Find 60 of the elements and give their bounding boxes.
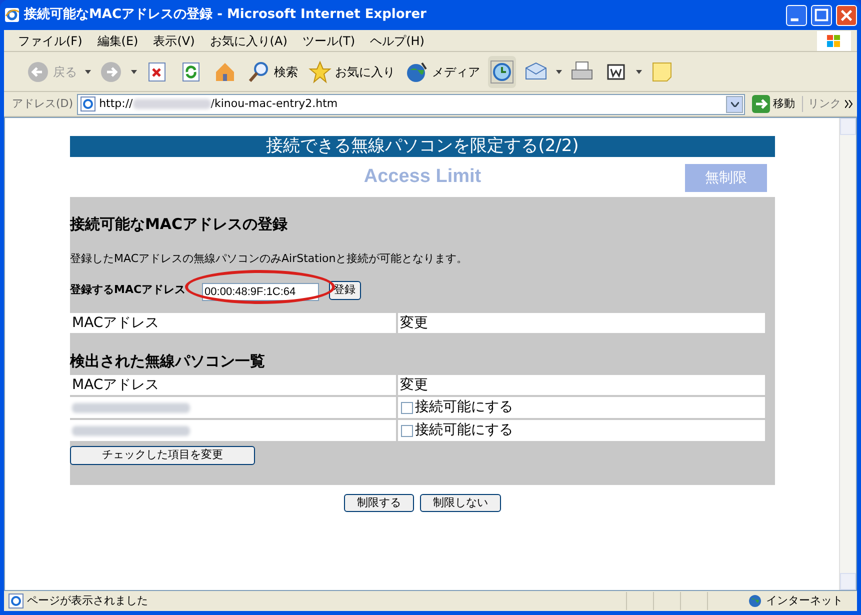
url-text: /kinou-mac-entry2.htm bbox=[210, 96, 338, 112]
address-label: アドレス(D) bbox=[12, 96, 74, 112]
globe-icon bbox=[748, 594, 762, 608]
field-label: 登録するMACアドレス bbox=[70, 282, 186, 298]
menu-item[interactable]: 編集(E) bbox=[97, 32, 138, 50]
links-button[interactable]: リンク bbox=[802, 96, 841, 112]
maximize-icon bbox=[814, 8, 828, 21]
dropdown-arrow-icon[interactable] bbox=[636, 70, 642, 74]
description-text: 登録したMACアドレスの無線パソコンのみAirStationと接続が可能となります。 bbox=[70, 250, 469, 267]
maximize-button[interactable] bbox=[811, 4, 832, 26]
action-button[interactable]: 制限しない bbox=[420, 494, 501, 512]
go-button[interactable]: 移動 bbox=[749, 95, 798, 113]
action-button[interactable]: 制限する bbox=[344, 494, 414, 512]
column-header: MACアドレス bbox=[70, 375, 396, 395]
dropdown-arrow-icon[interactable] bbox=[85, 70, 91, 74]
browser-icon bbox=[4, 7, 20, 23]
caret-icon bbox=[730, 102, 738, 106]
toolbar-button[interactable]: お気に入り bbox=[306, 56, 397, 88]
column-header: 変更 bbox=[398, 375, 765, 395]
dropdown-button[interactable] bbox=[726, 96, 743, 112]
scrollbar[interactable] bbox=[839, 118, 856, 590]
page-icon bbox=[8, 593, 24, 609]
chevron-icon[interactable] bbox=[845, 100, 853, 108]
globe-icon bbox=[405, 60, 429, 84]
menu-item[interactable]: ファイル(F) bbox=[18, 32, 82, 50]
url-text: http:// bbox=[99, 96, 133, 112]
page-banner: 接続できる無線パソコンを限定する(2/2) bbox=[70, 136, 775, 157]
section-heading: 検出された無線パソコン一覧 bbox=[70, 351, 266, 372]
star-icon bbox=[308, 60, 332, 84]
search-icon bbox=[247, 60, 271, 84]
window-title: 接続可能なMACアドレスの登録 - Microsoft Internet Explorer bbox=[24, 6, 428, 24]
toolbar-button[interactable]: メディア bbox=[403, 56, 482, 88]
zone-text: インターネット bbox=[766, 592, 843, 609]
menu-item[interactable]: ツール(T) bbox=[302, 32, 356, 50]
history-icon[interactable] bbox=[490, 60, 514, 84]
status-text: ページが表示されました bbox=[27, 592, 149, 609]
menu-item[interactable]: 表示(V) bbox=[153, 32, 195, 50]
windows-logo-icon bbox=[817, 30, 851, 50]
page-icon bbox=[80, 96, 96, 112]
column-header: 変更 bbox=[398, 313, 765, 333]
mac-address-field[interactable]: 00:00:48:9F:1C:64 bbox=[202, 283, 319, 301]
minimize-icon bbox=[790, 18, 798, 21]
menu-item[interactable]: ヘルプ(H) bbox=[370, 32, 424, 50]
apply-button[interactable]: チェックした項目を変更 bbox=[70, 446, 255, 465]
dropdown-arrow-icon[interactable] bbox=[131, 70, 137, 74]
column-header: MACアドレス bbox=[70, 313, 396, 333]
minimize-button[interactable] bbox=[786, 4, 807, 26]
checkbox-option[interactable]: 接続可能にする bbox=[398, 397, 765, 418]
register-button[interactable]: 登録 bbox=[328, 280, 361, 300]
close-button[interactable] bbox=[836, 4, 857, 26]
checkbox[interactable] bbox=[401, 402, 413, 414]
checkbox[interactable] bbox=[401, 424, 413, 436]
toolbar-button[interactable]: 検索 bbox=[245, 56, 300, 88]
section-heading: 接続可能なMACアドレスの登録 bbox=[70, 214, 289, 235]
menu-item[interactable]: お気に入り(A) bbox=[210, 32, 288, 50]
close-icon bbox=[840, 9, 852, 21]
page-title: Access Limit bbox=[364, 164, 482, 189]
address-field[interactable]: http:// /kinou-mac-entry2.htm bbox=[77, 94, 745, 114]
dropdown-arrow-icon[interactable] bbox=[556, 70, 562, 74]
checkbox-option[interactable]: 接続可能にする bbox=[398, 420, 765, 441]
